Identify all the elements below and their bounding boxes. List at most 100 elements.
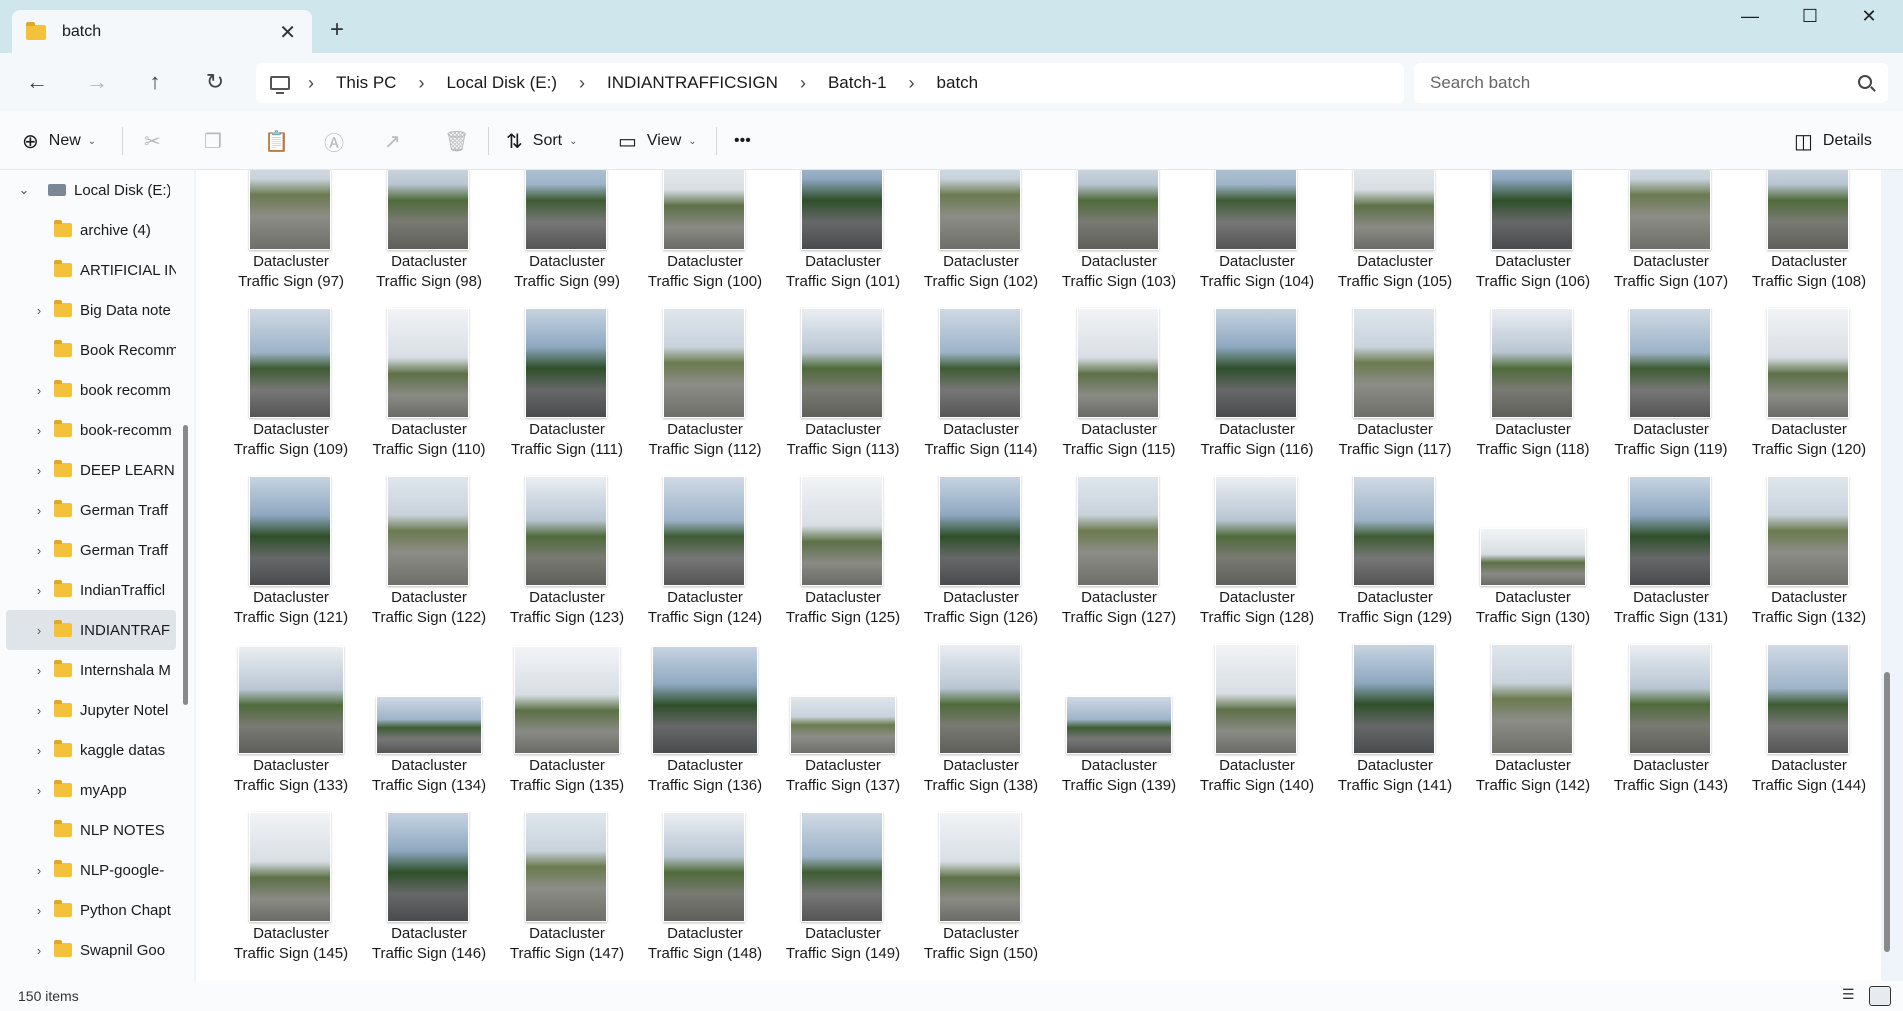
tab-close-button[interactable]: ✕ — [279, 20, 296, 45]
chevron-icon[interactable]: ⌄ — [0, 182, 48, 198]
search-input[interactable]: Search batch — [1414, 63, 1888, 103]
file-item[interactable]: Datacluster Traffic Sign (137) — [778, 644, 908, 810]
chevron-icon[interactable]: › — [24, 663, 54, 678]
search-icon[interactable] — [1858, 75, 1872, 89]
file-item[interactable]: Datacluster Traffic Sign (120) — [1744, 308, 1874, 474]
breadcrumb-separator[interactable]: › — [909, 73, 915, 94]
sort-button[interactable]: ⇅ Sort ⌄ — [506, 126, 578, 156]
file-item[interactable]: Datacluster Traffic Sign (147) — [502, 812, 632, 978]
file-item[interactable]: Datacluster Traffic Sign (129) — [1330, 476, 1460, 642]
back-button[interactable]: ← — [22, 67, 52, 97]
sidebar-item[interactable]: › IndianTrafficl — [6, 570, 176, 610]
cut-button[interactable]: ✂ — [144, 126, 171, 156]
large-icons-view-button[interactable] — [1869, 986, 1891, 1006]
sidebar-item[interactable]: › German Traff — [6, 530, 176, 570]
sidebar-item[interactable]: ARTIFICIAL IN — [6, 250, 176, 290]
chevron-icon[interactable]: › — [24, 383, 54, 398]
up-button[interactable]: ↑ — [140, 67, 170, 97]
sidebar-item[interactable]: › book-recomm — [6, 410, 176, 450]
file-item[interactable]: Datacluster Traffic Sign (118) — [1468, 308, 1598, 474]
sidebar-item[interactable]: › Python Chapt — [6, 890, 176, 930]
chevron-icon[interactable]: › — [24, 863, 54, 878]
file-item[interactable]: Datacluster Traffic Sign (111) — [502, 308, 632, 474]
sidebar-item[interactable]: › book recomm — [6, 370, 176, 410]
breadcrumb-indiantrafficsign[interactable]: INDIANTRAFFICSIGN — [607, 73, 778, 93]
sidebar-item[interactable]: › Swapnil Goo — [6, 930, 176, 970]
file-item[interactable]: Datacluster Traffic Sign (133) — [226, 644, 356, 810]
details-view-button[interactable]: ☰ — [1842, 986, 1864, 1006]
file-item[interactable]: Datacluster Traffic Sign (141) — [1330, 644, 1460, 810]
view-button[interactable]: ▭ View ⌄ — [618, 126, 697, 156]
chevron-icon[interactable]: › — [24, 943, 54, 958]
delete-button[interactable]: 🗑 — [444, 126, 479, 156]
file-item[interactable]: Datacluster Traffic Sign (109) — [226, 308, 356, 474]
paste-button[interactable]: 📋 — [264, 126, 299, 156]
copy-button[interactable]: ❐ — [204, 126, 232, 156]
file-item[interactable]: Datacluster Traffic Sign (144) — [1744, 644, 1874, 810]
chevron-icon[interactable]: › — [24, 743, 54, 758]
new-tab-button[interactable]: + — [330, 16, 344, 44]
breadcrumb-separator[interactable]: › — [579, 73, 585, 94]
file-item[interactable]: Datacluster Traffic Sign (101) — [778, 170, 908, 306]
tab-batch[interactable]: batch ✕ — [12, 10, 312, 54]
file-item[interactable]: Datacluster Traffic Sign (116) — [1192, 308, 1322, 474]
file-item[interactable]: Datacluster Traffic Sign (126) — [916, 476, 1046, 642]
maximize-button[interactable]: ☐ — [1787, 6, 1833, 34]
sidebar-item[interactable]: › myApp — [6, 770, 176, 810]
forward-button[interactable]: → — [82, 67, 112, 97]
sidebar-item[interactable]: archive (4) — [6, 210, 176, 250]
breadcrumb-separator[interactable]: › — [308, 73, 314, 94]
sidebar-item[interactable]: ⌄ Local Disk (E:) — [0, 170, 170, 210]
file-item[interactable]: Datacluster Traffic Sign (136) — [640, 644, 770, 810]
file-item[interactable]: Datacluster Traffic Sign (112) — [640, 308, 770, 474]
file-item[interactable]: Datacluster Traffic Sign (97) — [226, 170, 356, 306]
details-button[interactable]: ◫ Details — [1794, 126, 1872, 156]
file-item[interactable]: Datacluster Traffic Sign (113) — [778, 308, 908, 474]
file-item[interactable]: Datacluster Traffic Sign (114) — [916, 308, 1046, 474]
file-item[interactable]: Datacluster Traffic Sign (128) — [1192, 476, 1322, 642]
file-item[interactable]: Datacluster Traffic Sign (117) — [1330, 308, 1460, 474]
file-item[interactable]: Datacluster Traffic Sign (132) — [1744, 476, 1874, 642]
file-item[interactable]: Datacluster Traffic Sign (100) — [640, 170, 770, 306]
breadcrumb-separator[interactable]: › — [418, 73, 424, 94]
chevron-icon[interactable]: › — [24, 583, 54, 598]
chevron-icon[interactable]: › — [24, 703, 54, 718]
file-item[interactable]: Datacluster Traffic Sign (121) — [226, 476, 356, 642]
refresh-button[interactable]: ↻ — [200, 67, 230, 97]
breadcrumb-local-disk[interactable]: Local Disk (E:) — [446, 73, 557, 93]
file-item[interactable]: Datacluster Traffic Sign (138) — [916, 644, 1046, 810]
file-item[interactable]: Datacluster Traffic Sign (150) — [916, 812, 1046, 978]
sidebar-item[interactable]: › INDIANTRAF — [6, 610, 176, 650]
file-item[interactable]: Datacluster Traffic Sign (143) — [1606, 644, 1736, 810]
minimize-button[interactable]: — — [1727, 6, 1773, 34]
share-button[interactable]: ↗ — [384, 126, 411, 156]
file-item[interactable]: Datacluster Traffic Sign (122) — [364, 476, 494, 642]
file-item[interactable]: Datacluster Traffic Sign (134) — [364, 644, 494, 810]
chevron-icon[interactable]: › — [24, 303, 54, 318]
chevron-icon[interactable]: › — [24, 903, 54, 918]
file-item[interactable]: Datacluster Traffic Sign (145) — [226, 812, 356, 978]
close-window-button[interactable]: ✕ — [1846, 6, 1892, 34]
file-item[interactable]: Datacluster Traffic Sign (149) — [778, 812, 908, 978]
file-item[interactable]: Datacluster Traffic Sign (103) — [1054, 170, 1184, 306]
file-item[interactable]: Datacluster Traffic Sign (102) — [916, 170, 1046, 306]
file-item[interactable]: Datacluster Traffic Sign (125) — [778, 476, 908, 642]
file-item[interactable]: Datacluster Traffic Sign (115) — [1054, 308, 1184, 474]
file-item[interactable]: Datacluster Traffic Sign (123) — [502, 476, 632, 642]
sidebar-item[interactable]: NLP NOTES — [6, 810, 176, 850]
file-item[interactable]: Datacluster Traffic Sign (99) — [502, 170, 632, 306]
chevron-icon[interactable]: › — [24, 543, 54, 558]
file-item[interactable]: Datacluster Traffic Sign (148) — [640, 812, 770, 978]
file-item[interactable]: Datacluster Traffic Sign (110) — [364, 308, 494, 474]
file-item[interactable]: Datacluster Traffic Sign (119) — [1606, 308, 1736, 474]
chevron-icon[interactable]: › — [24, 423, 54, 438]
file-item[interactable]: Datacluster Traffic Sign (130) — [1468, 476, 1598, 642]
sidebar-item[interactable]: › Big Data note — [6, 290, 176, 330]
file-item[interactable]: Datacluster Traffic Sign (98) — [364, 170, 494, 306]
more-options-button[interactable]: ••• — [734, 126, 751, 156]
content-scrollbar[interactable] — [1884, 672, 1890, 952]
rename-button[interactable]: Ⓐ — [324, 126, 354, 156]
sidebar-item[interactable]: › NLP-google- — [6, 850, 176, 890]
sidebar-item[interactable]: › kaggle datas — [6, 730, 176, 770]
file-item[interactable]: Datacluster Traffic Sign (108) — [1744, 170, 1874, 306]
